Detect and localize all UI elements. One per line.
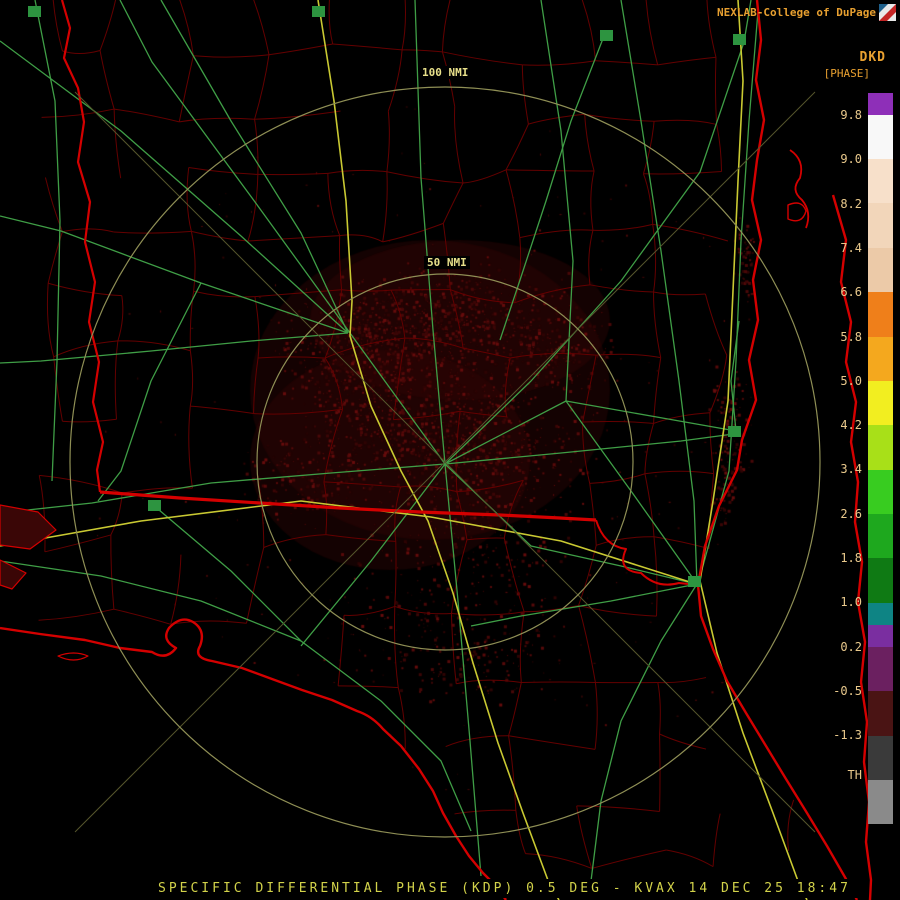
scale-tick-label: 1.0: [840, 595, 862, 610]
scale-tick-label: 3.4: [840, 462, 862, 477]
scale-tick-label: 7.4: [840, 240, 862, 255]
scale-tick-label: 9.0: [840, 152, 862, 167]
scale-tick-label: -1.3: [833, 728, 862, 743]
scale-tick-label: -0.5: [833, 683, 862, 698]
colorbar-segment: [868, 625, 893, 647]
scale-threshold-label: TH: [847, 768, 862, 782]
colorbar-segment: [868, 115, 893, 159]
colorbar-segment: [868, 603, 893, 625]
colorbar: [868, 93, 893, 824]
scale-tick-label: 5.0: [840, 373, 862, 388]
colorbar-segment: [868, 203, 893, 248]
product-code: DKD: [859, 50, 886, 65]
colorbar-segment: [868, 736, 893, 780]
scale-tick-label: 6.6: [840, 285, 862, 300]
scale-tick-label: 0.2: [840, 639, 862, 654]
range-ring-label-50nmi: 50 NMI: [424, 256, 470, 269]
highways: [0, 0, 759, 882]
scale-tick-label: 9.8: [840, 108, 862, 122]
range-ring-label-100nmi: 100 NMI: [419, 66, 472, 79]
radar-map: [0, 0, 873, 900]
brand-text: NEXLAB-College of DuPage: [717, 6, 876, 19]
colorbar-segment: [868, 93, 893, 115]
colorbar-segment: [868, 514, 893, 558]
scale-tick-label: 2.6: [840, 506, 862, 521]
colorbar-segment: [868, 292, 893, 337]
scale-tick-label: 8.2: [840, 196, 862, 211]
scale-tick-label: 5.8: [840, 329, 862, 344]
colorbar-segment: [868, 381, 893, 425]
colorbar-segment: [868, 425, 893, 470]
county-boundaries: [38, 0, 795, 869]
colorbar-segment: [868, 159, 893, 203]
product-units: [PHASE]: [823, 67, 870, 80]
scale-tick-label: 4.2: [840, 418, 862, 433]
radar-display: NEXLAB-College of DuPage DKD [PHASE] 9.8…: [0, 0, 900, 900]
city-markers: [28, 6, 746, 587]
cod-logo-icon: [879, 4, 896, 21]
colorbar-segment: [868, 780, 893, 824]
colorbar-segment: [868, 248, 893, 292]
colorbar-segment: [868, 647, 893, 691]
range-rings: [69, 86, 821, 838]
interstates: [0, 0, 808, 900]
colorbar-segment: [868, 691, 893, 736]
colorbar-segment: [868, 470, 893, 514]
colorbar-segment: [868, 337, 893, 381]
status-bar: SPECIFIC DIFFERENTIAL PHASE (KDP) 0.5 DE…: [150, 879, 859, 898]
colorbar-segment: [868, 558, 893, 603]
scale-tick-label: 1.8: [840, 551, 862, 565]
